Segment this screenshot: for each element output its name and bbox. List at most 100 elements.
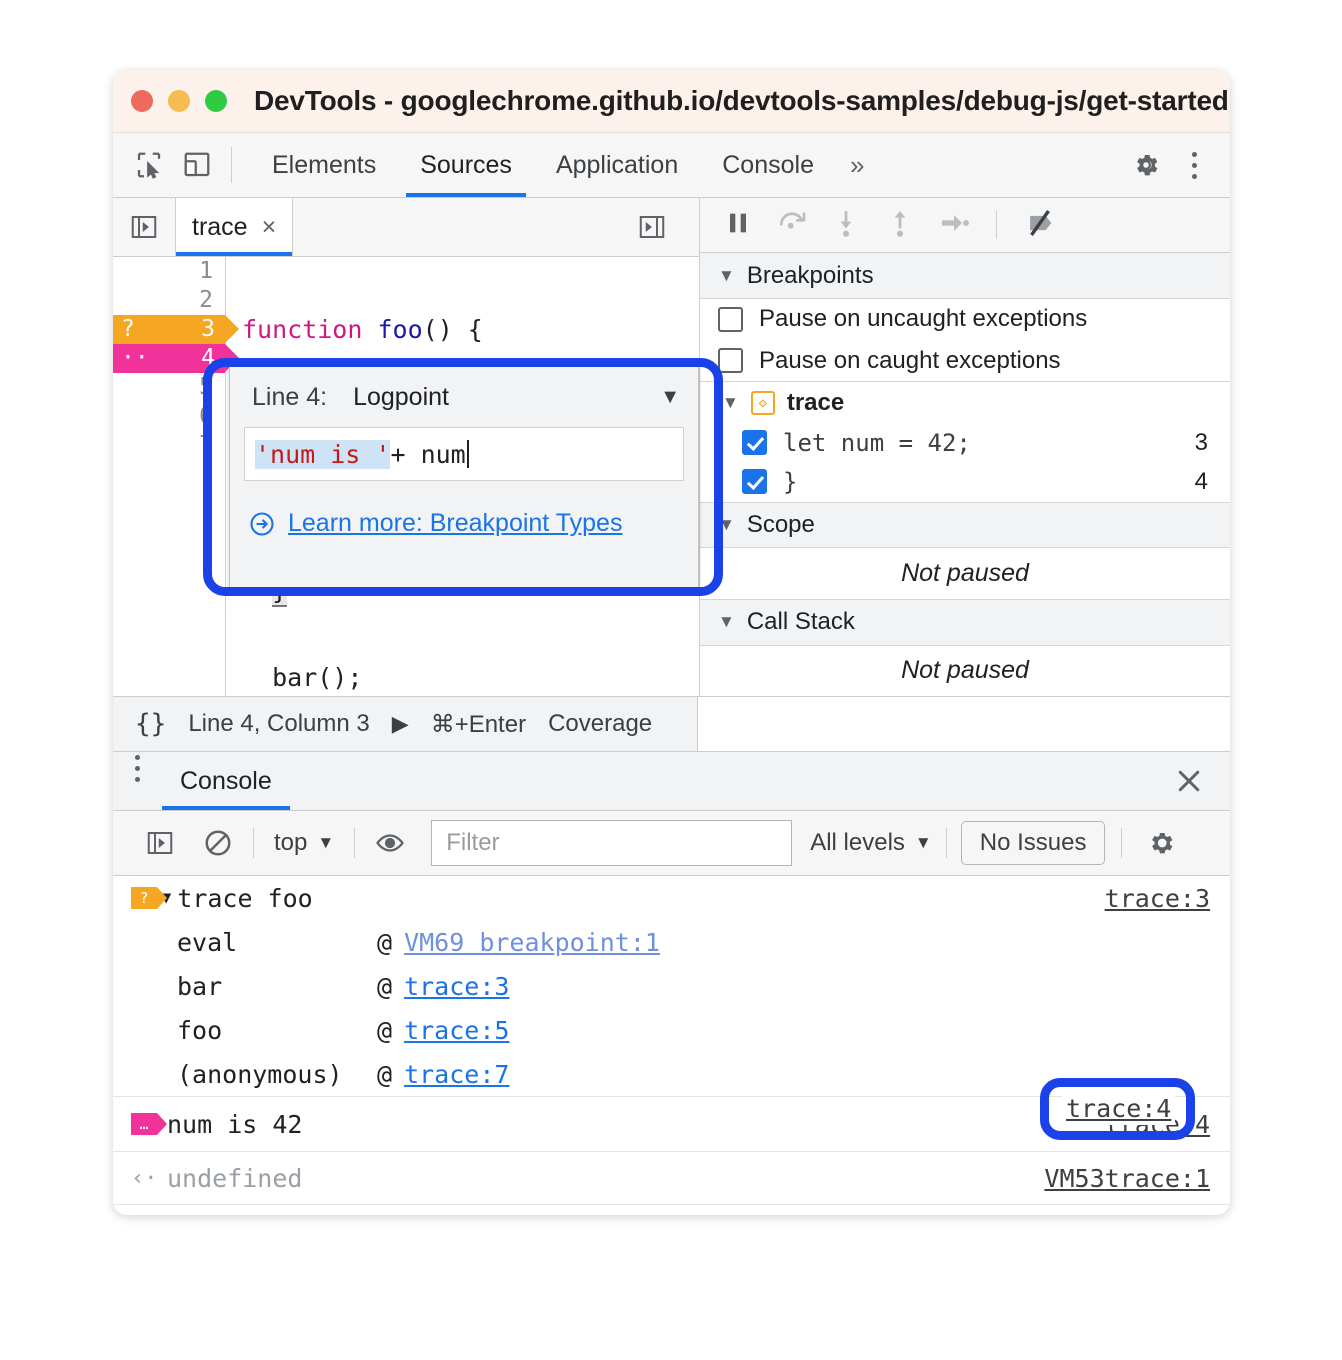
line-number-gutter[interactable]: 1 2 ? 3 ·· 4 5 6 7	[113, 257, 239, 696]
logpoint-type-value[interactable]: Logpoint	[353, 383, 449, 412]
stack-frame-link[interactable]: trace:7	[404, 1060, 509, 1089]
inspect-element-icon[interactable]	[125, 133, 173, 197]
breakpoints-section-header[interactable]: ▼ Breakpoints	[700, 253, 1230, 299]
tab-elements[interactable]: Elements	[250, 133, 398, 197]
logpoint-glyph: ··	[121, 345, 149, 371]
console-source-link[interactable]: trace:3	[1105, 884, 1210, 913]
console-filter-placeholder: Filter	[446, 829, 500, 856]
line-number: 6	[199, 403, 213, 429]
breakpoint-item[interactable]: let num = 42; 3	[700, 423, 1230, 462]
source-tab-strip: trace ×	[113, 198, 699, 257]
pretty-print-icon[interactable]: {}	[135, 709, 166, 739]
deactivate-breakpoints-button[interactable]	[1023, 206, 1057, 245]
minimize-button[interactable]	[168, 90, 190, 112]
pause-caught-checkbox[interactable]	[718, 348, 743, 374]
show-debugger-icon[interactable]	[621, 212, 683, 242]
kebab-menu-icon[interactable]	[113, 752, 162, 810]
stack-frame: eval @ VM69 breakpoint:1	[113, 920, 1230, 964]
logpoint-editor-popup[interactable]: Line 4: Logpoint ▼ 'num is ' + num Learn…	[229, 366, 699, 588]
logpoint-line-label: Line 4:	[252, 382, 328, 411]
gear-icon[interactable]	[1122, 150, 1170, 180]
zoom-button[interactable]	[205, 90, 227, 112]
breakpoint-line: 4	[1194, 467, 1208, 495]
console-context-selector[interactable]: top ▼	[260, 829, 348, 857]
line-number: 2	[199, 287, 213, 313]
code-line-5: bar();	[242, 663, 363, 692]
line-number: ·· 4	[113, 344, 239, 373]
step-button[interactable]	[938, 207, 970, 244]
stack-frame-fn: eval	[177, 927, 238, 957]
stack-frame-link[interactable]: trace:5	[404, 1016, 509, 1045]
clear-console-icon[interactable]	[189, 828, 247, 858]
editor-statusbar: {} Line 4, Column 3 ▶ ⌘+Enter Coverage	[113, 696, 698, 752]
logpoint-header[interactable]: Line 4: Logpoint ▼	[230, 367, 698, 427]
run-snippet-icon[interactable]: ▶	[392, 711, 409, 737]
trace4-source-link[interactable]: trace:4	[1062, 1092, 1176, 1125]
close-icon[interactable]	[1174, 752, 1230, 810]
live-expression-icon[interactable]	[361, 828, 419, 858]
breakpoint-item[interactable]: } 4	[700, 462, 1230, 501]
toolbar-right-group	[1101, 133, 1230, 197]
more-tabs-icon[interactable]: »	[836, 133, 878, 197]
scope-section-header[interactable]: ▼ Scope	[700, 501, 1230, 549]
debugger-sidebar: ▼ Breakpoints Pause on uncaught exceptio…	[700, 198, 1230, 696]
stack-frame-fn: (anonymous)	[177, 1059, 343, 1089]
tab-application[interactable]: Application	[534, 133, 700, 197]
conditional-breakpoint-icon: ?	[131, 887, 167, 909]
pause-caught-exceptions-row[interactable]: Pause on caught exceptions	[700, 340, 1230, 381]
arrow-circle-icon	[248, 510, 276, 538]
console-result-vm[interactable]: VM53	[1044, 1164, 1104, 1193]
breakpoint-checkbox[interactable]	[742, 469, 767, 495]
step-out-button[interactable]	[884, 207, 916, 244]
gear-icon[interactable]	[1132, 828, 1190, 858]
text-cursor	[466, 440, 469, 468]
js-file-icon: ◇	[750, 390, 775, 415]
logpoint-marker[interactable]: ·· 4	[113, 344, 239, 373]
debugger-toolbar	[700, 198, 1230, 254]
console-prompt[interactable]: ›	[113, 1204, 1230, 1215]
console-trace-group[interactable]: ? ▼ trace foo trace:3	[113, 876, 1230, 920]
chevron-down-icon: ▼	[718, 612, 735, 632]
show-navigator-icon[interactable]	[113, 198, 175, 256]
console-toolbar-divider	[253, 828, 254, 858]
pause-uncaught-label: Pause on uncaught exceptions	[759, 305, 1088, 333]
chevron-down-icon: ▼	[718, 265, 735, 285]
tab-sources[interactable]: Sources	[398, 133, 534, 197]
console-filter-input[interactable]: Filter	[431, 820, 793, 866]
console-result-source[interactable]: VM53trace:1	[1044, 1164, 1210, 1193]
chevron-down-icon: ▼	[722, 392, 739, 412]
tab-sources-label: Sources	[420, 150, 512, 179]
pause-uncaught-exceptions-row[interactable]: Pause on uncaught exceptions	[700, 299, 1230, 340]
source-tab-right-group	[621, 198, 699, 256]
stack-frame-link[interactable]: VM69 breakpoint:1	[404, 928, 660, 957]
breakpoint-code: }	[783, 467, 798, 496]
callstack-section-header[interactable]: ▼ Call Stack	[700, 599, 1230, 646]
conditional-breakpoint-marker[interactable]: ? 3	[113, 315, 239, 344]
console-sidebar-icon[interactable]	[131, 828, 189, 858]
pause-uncaught-checkbox[interactable]	[718, 306, 743, 332]
kebab-menu-icon[interactable]	[1170, 149, 1218, 182]
tab-console[interactable]: Console	[700, 133, 836, 197]
coverage-label[interactable]: Coverage	[548, 710, 652, 738]
chevron-down-icon: ▼	[718, 515, 735, 534]
close-button[interactable]	[131, 90, 153, 112]
source-tab-trace[interactable]: trace ×	[175, 198, 294, 256]
breakpoint-group-trace[interactable]: ▼ ◇ trace	[700, 381, 1230, 423]
issues-button[interactable]: No Issues	[960, 821, 1106, 865]
device-toolbar-icon[interactable]	[173, 133, 221, 197]
learn-more-breakpoint-types-link[interactable]: Learn more: Breakpoint Types	[288, 509, 622, 538]
drawer-tab-console[interactable]: Console	[162, 752, 290, 810]
logpoint-expression-input[interactable]: 'num is ' + num	[244, 427, 684, 481]
resume-pause-button[interactable]	[722, 207, 754, 244]
close-icon[interactable]: ×	[262, 213, 277, 242]
console-result-link[interactable]: trace:1	[1105, 1164, 1210, 1193]
step-into-button[interactable]	[830, 207, 862, 244]
breakpoint-checkbox[interactable]	[742, 430, 767, 456]
breakpoints-title: Breakpoints	[746, 261, 874, 289]
scope-status: Not paused	[700, 548, 1230, 600]
stack-frame-link[interactable]: trace:3	[404, 972, 509, 1001]
console-toolbar-divider-3	[945, 828, 947, 858]
chevron-down-icon[interactable]: ▼	[660, 386, 680, 409]
step-over-button[interactable]	[776, 207, 808, 244]
console-level-selector[interactable]: All levels ▼	[810, 829, 932, 857]
